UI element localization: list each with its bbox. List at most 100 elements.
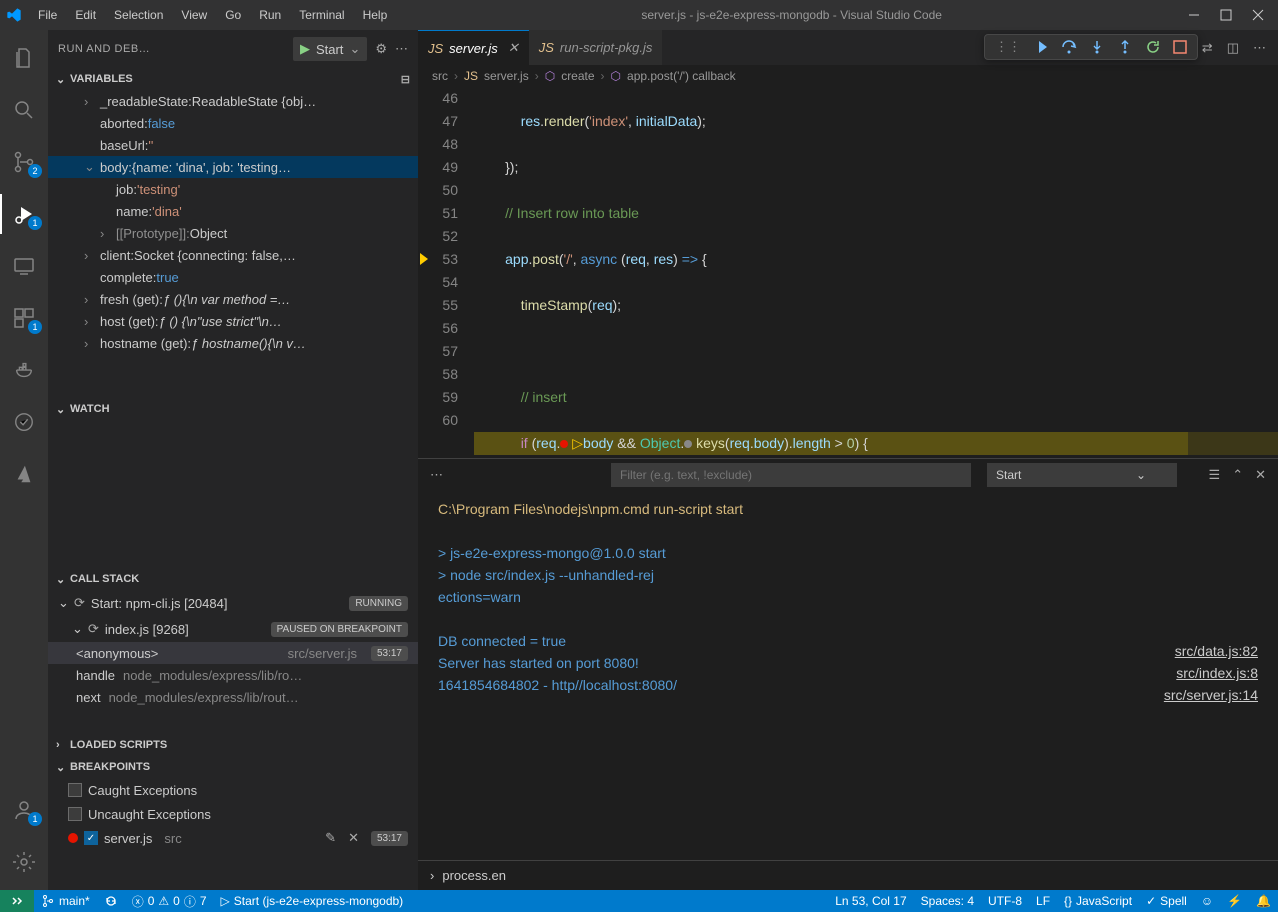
edit-icon[interactable]: ✎: [325, 830, 336, 846]
stack-frame[interactable]: nextnode_modules/express/lib/rout…: [48, 686, 418, 708]
section-loaded[interactable]: ›LOADED SCRIPTS: [48, 734, 418, 756]
filter-input[interactable]: [611, 463, 971, 487]
section-watch[interactable]: ⌄WATCH: [48, 398, 418, 420]
activity-scm[interactable]: 2: [0, 142, 48, 182]
errors-status[interactable]: ⓧ0⚠0ⓘ7: [125, 890, 214, 912]
spaces-status[interactable]: Spaces: 4: [914, 894, 981, 908]
step-into-button[interactable]: [1089, 39, 1105, 55]
split-icon[interactable]: ◫: [1227, 40, 1239, 56]
terminal-output[interactable]: C:\Program Files\nodejs\npm.cmd run-scri…: [418, 490, 1278, 860]
checkbox[interactable]: [68, 807, 82, 821]
run-config-select[interactable]: ▶ Start ⌄: [293, 37, 367, 61]
drag-handle-icon[interactable]: ⋮⋮: [995, 39, 1021, 55]
menu-terminal[interactable]: Terminal: [291, 4, 352, 26]
var-row[interactable]: baseUrl: '': [48, 134, 418, 156]
play-icon[interactable]: ▶: [294, 41, 316, 57]
more-icon[interactable]: ⋯: [430, 467, 443, 483]
scm-badge: 2: [28, 164, 42, 178]
more-icon[interactable]: ⋯: [395, 41, 408, 57]
branch-status[interactable]: main*: [34, 890, 97, 912]
prettier-icon[interactable]: ⚡: [1220, 894, 1249, 908]
stop-button[interactable]: [1173, 40, 1187, 54]
compare-icon[interactable]: ⇄: [1202, 40, 1213, 56]
chevron-down-icon[interactable]: ⌄: [343, 41, 366, 57]
activity-testing[interactable]: [0, 402, 48, 442]
var-row[interactable]: complete: true: [48, 266, 418, 288]
code-content[interactable]: res.render('index', initialData); }); //…: [474, 87, 1278, 458]
tab-serverjs[interactable]: JSserver.js✕: [418, 30, 529, 65]
close-icon[interactable]: ✕: [348, 830, 359, 846]
restart-button[interactable]: [1145, 39, 1161, 55]
cursor-pos[interactable]: Ln 53, Col 17: [828, 894, 913, 908]
stack-frame[interactable]: handlenode_modules/express/lib/ro…: [48, 664, 418, 686]
bp-uncaught[interactable]: Uncaught Exceptions: [48, 802, 418, 826]
activity-settings[interactable]: [0, 842, 48, 882]
activity-explorer[interactable]: [0, 38, 48, 78]
activity-extensions[interactable]: 1: [0, 298, 48, 338]
var-row[interactable]: ⌄body: {name: 'dina', job: 'testing…: [48, 156, 418, 178]
callstack-thread[interactable]: ⌄⟳index.js [9268]PAUSED ON BREAKPOINT: [48, 616, 418, 642]
terminal-links[interactable]: src/data.js:82 src/index.js:8 src/server…: [1164, 640, 1258, 706]
stack-frame[interactable]: <anonymous>src/server.js53:17: [48, 642, 418, 664]
activity-docker[interactable]: [0, 350, 48, 390]
tree-view-icon[interactable]: ☰: [1209, 467, 1221, 483]
bp-caught[interactable]: Caught Exceptions: [48, 778, 418, 802]
continue-button[interactable]: [1033, 39, 1049, 55]
var-row[interactable]: ›_readableState: ReadableState {obj…: [48, 90, 418, 112]
step-over-button[interactable]: [1061, 39, 1077, 55]
var-row[interactable]: name: 'dina': [48, 200, 418, 222]
activity-search[interactable]: [0, 90, 48, 130]
checkbox[interactable]: [68, 783, 82, 797]
menu-help[interactable]: Help: [355, 4, 396, 26]
activity-remote[interactable]: [0, 246, 48, 286]
menu-run[interactable]: Run: [251, 4, 289, 26]
spell-status[interactable]: ✓Spell: [1139, 894, 1194, 908]
tab-runscript[interactable]: JSrun-script-pkg.js: [529, 30, 663, 65]
var-row[interactable]: ›hostname (get): ƒ hostname(){\n v…: [48, 332, 418, 354]
close-icon[interactable]: ✕: [508, 40, 519, 56]
minimap[interactable]: [1188, 87, 1278, 458]
var-row[interactable]: ›[[Prototype]]: Object: [48, 222, 418, 244]
lang-status[interactable]: {}JavaScript: [1057, 894, 1139, 908]
bell-icon[interactable]: 🔔: [1249, 894, 1278, 908]
callstack-label: CALL STACK: [70, 573, 139, 585]
more-icon[interactable]: ⋯: [1253, 40, 1266, 56]
section-breakpoints[interactable]: ⌄BREAKPOINTS: [48, 756, 418, 778]
bp-file[interactable]: ✓server.jssrc✎✕53:17: [48, 826, 418, 850]
activity-accounts[interactable]: 1: [0, 790, 48, 830]
var-row[interactable]: ›fresh (get): ƒ (){\n var method =…: [48, 288, 418, 310]
var-row[interactable]: aborted: false: [48, 112, 418, 134]
menu-go[interactable]: Go: [217, 4, 249, 26]
eol-status[interactable]: LF: [1029, 894, 1057, 908]
sync-status[interactable]: [97, 890, 125, 912]
callstack-session[interactable]: ⌄⟳Start: npm-cli.js [20484]RUNNING: [48, 590, 418, 616]
var-row[interactable]: job: 'testing': [48, 178, 418, 200]
debug-status[interactable]: ▷Start (js-e2e-express-mongodb): [214, 890, 411, 912]
checkbox[interactable]: ✓: [84, 831, 98, 845]
breadcrumb[interactable]: src› JSserver.js› ⬡create› ⬡app.post('/'…: [418, 65, 1278, 87]
menu-view[interactable]: View: [173, 4, 215, 26]
maximize-icon[interactable]: [1220, 9, 1232, 21]
feedback-icon[interactable]: ☺: [1194, 894, 1220, 908]
menu-edit[interactable]: Edit: [67, 4, 104, 26]
debug-repl[interactable]: ›process.en: [418, 860, 1278, 890]
collapse-icon[interactable]: ⊟: [401, 73, 410, 86]
var-row[interactable]: ›client: Socket {connecting: false,…: [48, 244, 418, 266]
encoding-status[interactable]: UTF-8: [981, 894, 1029, 908]
activity-debug[interactable]: 1: [0, 194, 48, 234]
gear-icon[interactable]: ⚙: [375, 41, 387, 57]
activity-azure[interactable]: [0, 454, 48, 494]
var-row[interactable]: ›host (get): ƒ () {\n"use strict"\n…: [48, 310, 418, 332]
section-callstack[interactable]: ⌄CALL STACK: [48, 568, 418, 590]
remote-button[interactable]: [0, 890, 34, 912]
close-icon[interactable]: ✕: [1255, 467, 1266, 483]
step-out-button[interactable]: [1117, 39, 1133, 55]
minimize-icon[interactable]: [1188, 9, 1200, 21]
code-editor[interactable]: 46474849505152 53 54555657585960 res.ren…: [418, 87, 1278, 458]
close-icon[interactable]: [1252, 9, 1264, 21]
section-variables[interactable]: ⌄ VARIABLES ⊟: [48, 68, 418, 90]
expand-icon[interactable]: ⌃: [1232, 467, 1243, 483]
menu-selection[interactable]: Selection: [106, 4, 171, 26]
session-select[interactable]: Start⌄: [987, 463, 1177, 487]
menu-file[interactable]: File: [30, 4, 65, 26]
